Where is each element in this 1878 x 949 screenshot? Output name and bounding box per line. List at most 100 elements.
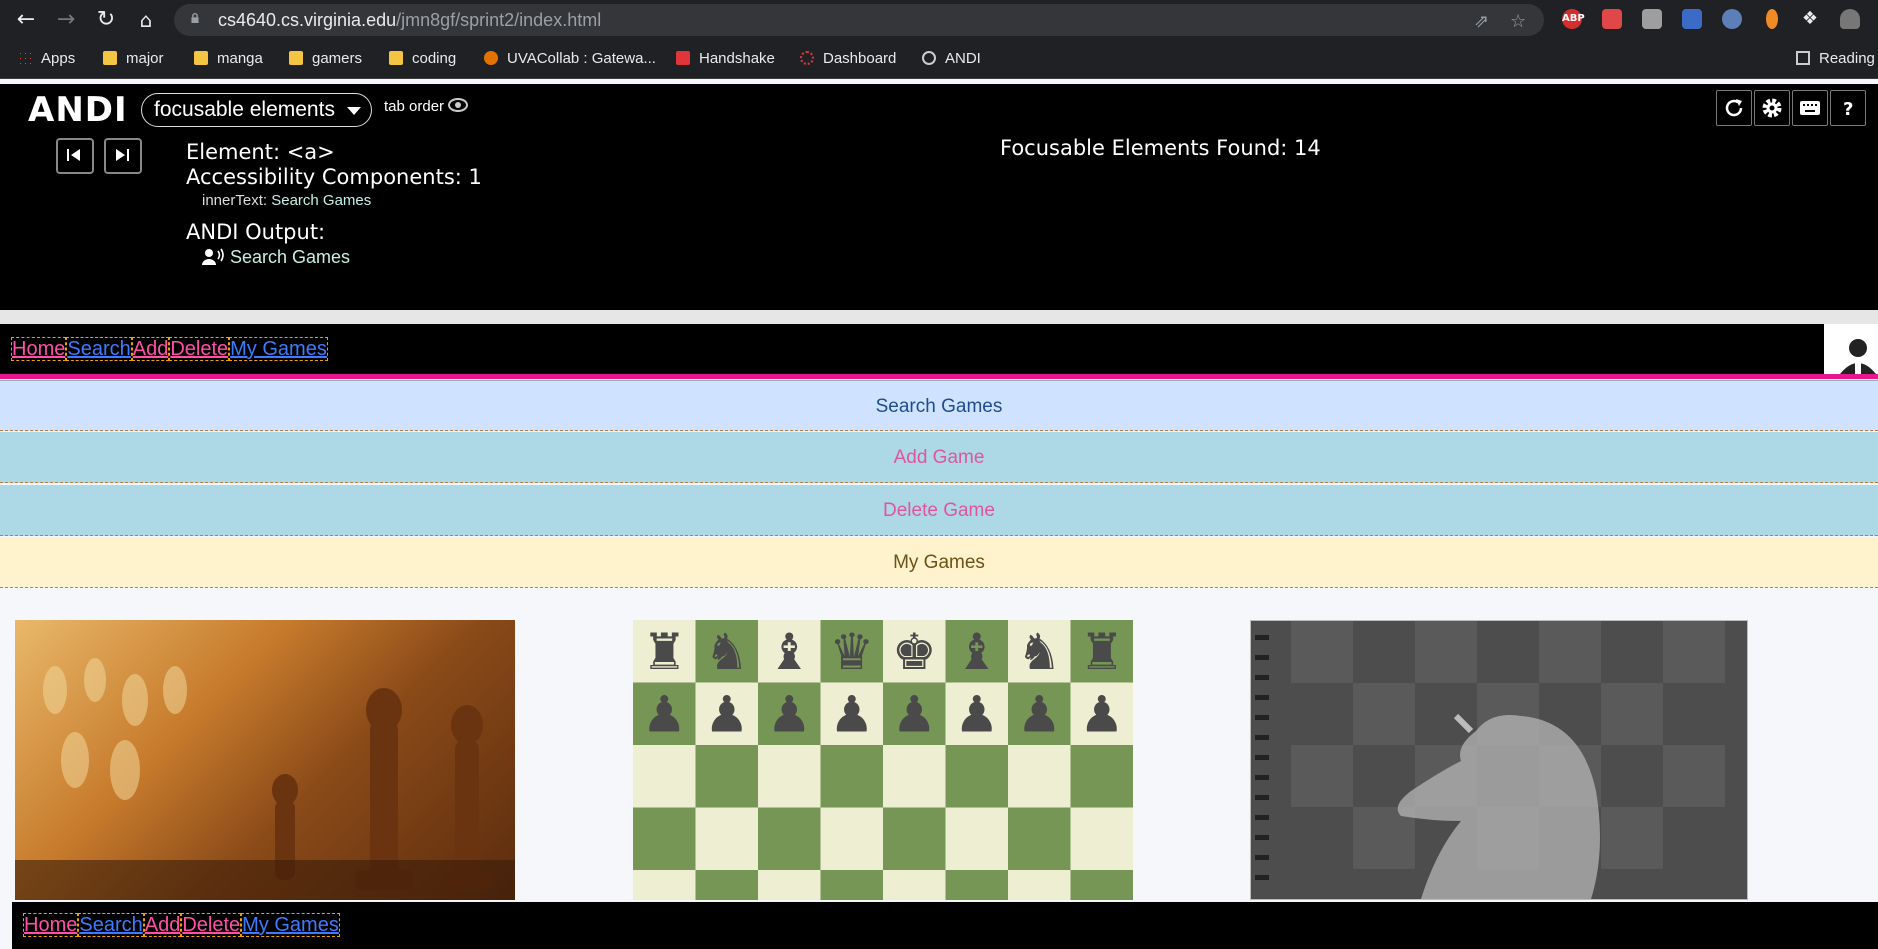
add-game-band[interactable]: Add Game [0,432,1878,483]
bottom-nav: Home Search Add Delete My Games [12,902,1878,949]
tab-order-toggle[interactable]: tab order [384,98,469,115]
address-bar[interactable]: cs4640.cs.virginia.edu/jmn8gf/sprint2/in… [174,4,1544,36]
knight-illustration [1255,621,1725,899]
star-icon[interactable]: ☆ [1510,11,1526,32]
extension-icon[interactable] [1602,9,1622,29]
focusable-count: Focusable Elements Found: 14 [1000,136,1321,160]
inner-text-value: Search Games [271,192,372,209]
tab-order-label: tab order [384,98,445,115]
globe-icon [922,51,936,65]
nav-links: Home Search Add Delete My Games [10,337,329,361]
chess-piece-icon: ♝ [767,623,812,681]
board-square [695,870,758,900]
bottom-link-search[interactable]: Search [78,913,144,937]
bookmark-manga[interactable]: manga [194,40,263,78]
back-icon[interactable]: ← [12,6,40,34]
dashboard-icon [800,51,814,65]
chess-pieces-illustration [15,658,515,900]
bottom-link-home[interactable]: Home [22,913,79,937]
lock-icon [191,13,199,23]
extension-icon[interactable] [1682,9,1702,29]
board-square [945,807,1008,870]
chess-piece-icon: ♜ [642,623,687,681]
reading-list[interactable]: Reading [1796,40,1875,78]
chess-piece-icon: ♟ [1017,685,1062,743]
extension-icon[interactable] [1722,9,1742,29]
bookmark-gamers[interactable]: gamers [289,40,362,78]
element-info: Element: <a> Accessibility Components: 1… [186,140,482,270]
board-square [820,870,883,900]
bookmark-uvacollab[interactable]: UVACollab : Gatewa... [484,40,656,78]
board-square [758,870,821,900]
board-square [758,807,821,870]
board-square [633,807,696,870]
forward-icon[interactable]: → [52,6,80,34]
board-square [1008,745,1071,808]
wooden-chess-photo [15,620,515,900]
help-button[interactable]: ? [1830,90,1866,126]
chessboard-grid: ♜ ♞ ♝ ♛ ♚ ♝ ♞ ♜♟ ♟ ♟ ♟ ♟ ♟ ♟ ♟ [633,620,1133,900]
extension-icon[interactable] [1642,9,1662,29]
nav-link-delete[interactable]: Delete [169,337,230,361]
element-tag: Element: <a> [186,140,335,164]
chess-piece-icon: ♟ [954,685,999,743]
extension-icon[interactable] [1766,9,1778,29]
bookmark-dashboard[interactable]: Dashboard [800,40,896,78]
andi-output-value: Search Games [230,247,351,267]
chess-piece-icon: ♟ [892,685,937,743]
reload-icon[interactable]: ↻ [92,6,120,34]
andi-logo: ANDI [28,90,128,130]
board-square [758,745,821,808]
bottom-link-my-games[interactable]: My Games [241,913,340,937]
bookmark-major[interactable]: major [103,40,164,78]
svg-text:?: ? [1843,99,1853,120]
module-select[interactable]: focusable elements [141,93,372,127]
folder-icon [103,51,117,65]
chess-piece-icon: ♚ [892,623,937,681]
refresh-button[interactable] [1716,90,1752,126]
keyboard-button[interactable] [1792,90,1828,126]
adblock-icon[interactable]: ABP [1562,9,1585,29]
board-square [1070,807,1133,870]
search-games-band[interactable]: Search Games [0,380,1878,431]
nav-link-home[interactable]: Home [10,337,67,361]
bookmark-andi[interactable]: ANDI [922,40,981,78]
board-square [633,745,696,808]
board-square [883,745,946,808]
bookmark-apps[interactable]: Apps [18,40,75,78]
board-square [945,745,1008,808]
bookmark-handshake[interactable]: Handshake [676,40,775,78]
chess-piece-icon: ♟ [829,685,874,743]
bookmarks-bar: Apps major manga gamers coding UVACollab… [0,40,1878,79]
settings-button[interactable] [1754,90,1790,126]
site-nav: Home Search Add Delete My Games [0,324,1824,374]
board-square [633,870,696,900]
bookmark-coding[interactable]: coding [389,40,456,78]
nav-link-add[interactable]: Add [131,337,170,361]
puzzle-icon[interactable]: ❖ [1800,9,1820,29]
nav-link-search[interactable]: Search [66,337,132,361]
board-square [1008,807,1071,870]
reading-list-icon [1796,51,1810,65]
previous-element-button[interactable] [56,138,94,174]
home-icon[interactable]: ⌂ [132,6,160,34]
my-games-band[interactable]: My Games [0,537,1878,588]
chess-piece-icon: ♞ [704,623,749,681]
delete-game-band[interactable]: Delete Game [0,485,1878,536]
gear-icon [1762,98,1782,118]
chess-piece-icon: ♜ [1079,623,1124,681]
board-square [945,870,1008,900]
chess-piece-icon: ♟ [704,685,749,743]
profile-icon[interactable] [1840,9,1860,29]
nav-link-my-games[interactable]: My Games [229,337,328,361]
share-icon[interactable]: ⇗ [1474,11,1489,32]
next-element-button[interactable] [104,138,142,174]
folder-icon [389,51,403,65]
apps-grid-icon [18,51,32,65]
board-square [1008,870,1071,900]
accessibility-components: Accessibility Components: 1 [186,165,482,189]
bottom-link-add[interactable]: Add [143,913,182,937]
accent-bar [0,374,1878,379]
user-avatar[interactable] [1824,324,1878,374]
bottom-link-delete[interactable]: Delete [181,913,242,937]
